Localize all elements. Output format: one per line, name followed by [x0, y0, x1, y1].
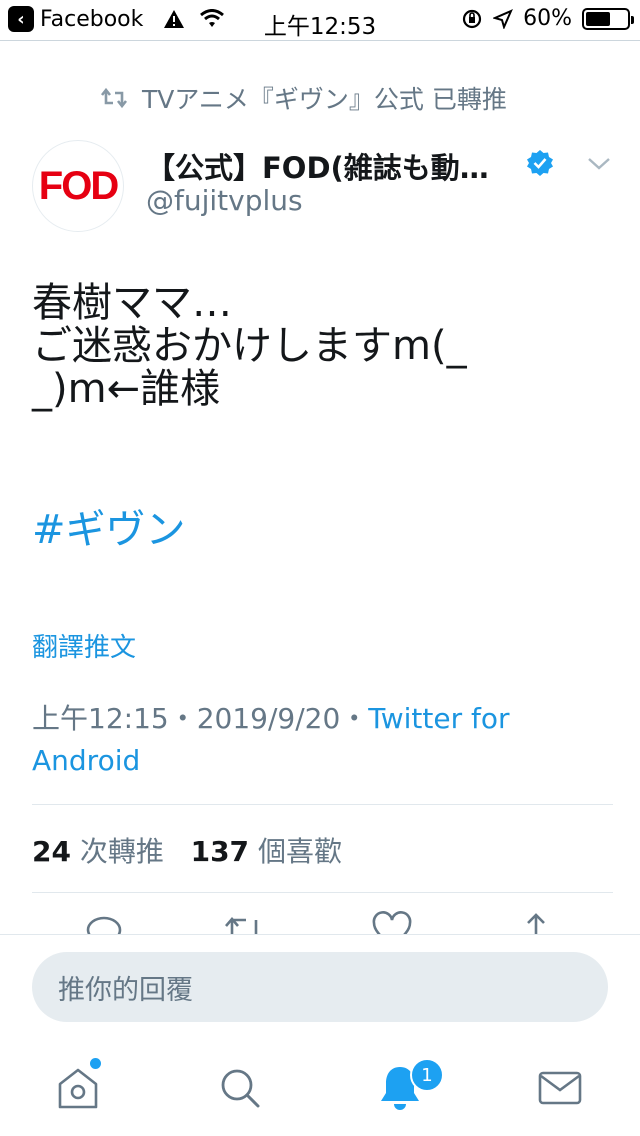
- retweet-count-label[interactable]: 次轉推: [80, 835, 164, 868]
- tweet-stats: 24 次轉推 137 個喜歡: [32, 830, 342, 870]
- hashtag-link[interactable]: #ギヴン: [32, 497, 186, 555]
- tab-messages[interactable]: [534, 1062, 586, 1114]
- chevron-down-icon[interactable]: [586, 155, 612, 173]
- search-icon: [221, 1069, 260, 1108]
- source-link[interactable]: Twitter for: [368, 702, 509, 735]
- reply-placeholder: 推你的回覆: [58, 974, 193, 1006]
- fod-logo: FOD: [38, 163, 119, 208]
- reply-input[interactable]: 推你的回覆: [32, 952, 608, 1022]
- battery-percent: 60%: [523, 6, 572, 31]
- tweet-text-line: ご迷惑おかけしますm(_: [32, 323, 467, 369]
- retweet-action-icon[interactable]: [222, 910, 266, 934]
- divider: [0, 40, 640, 41]
- reply-icon[interactable]: [84, 910, 124, 934]
- orientation-lock-icon: [462, 9, 482, 28]
- tab-bar: [0, 1040, 640, 1136]
- tab-home[interactable]: [52, 1062, 104, 1114]
- tweet-timestamp: 上午12:15・2019/9/20・: [32, 702, 369, 735]
- tweet-text-line: _)m←誰様: [32, 366, 221, 412]
- notification-badge: 1: [410, 1058, 444, 1092]
- home-icon: [58, 1068, 98, 1109]
- author-name[interactable]: 【公式】FOD(雑誌も動…: [146, 145, 489, 187]
- divider: [32, 892, 613, 893]
- tab-search[interactable]: [214, 1062, 266, 1114]
- battery-icon: [582, 7, 634, 30]
- tweet-actions: [0, 910, 640, 934]
- tweet-text: 春樹ママ… ご迷惑おかけしますm(_ _)m←誰様: [32, 282, 612, 411]
- verified-badge-icon: [527, 150, 553, 176]
- mail-icon: [538, 1071, 582, 1105]
- tweet-text-line: 春樹ママ…: [32, 280, 232, 326]
- new-content-dot: [90, 1058, 101, 1069]
- retweet-context[interactable]: TVアニメ『ギヴン』公式 已轉推: [100, 80, 507, 116]
- like-count-label[interactable]: 個喜歡: [258, 835, 342, 868]
- author-handle[interactable]: @fujitvplus: [146, 184, 303, 217]
- status-bar: ‹ Facebook 上午12:53 60%: [0, 0, 640, 40]
- retweet-count[interactable]: 24: [32, 835, 71, 868]
- like-count[interactable]: 137: [191, 835, 249, 868]
- avatar[interactable]: FOD: [32, 140, 124, 232]
- source-link-cont[interactable]: Android: [32, 744, 140, 777]
- translate-tweet-link[interactable]: 翻譯推文: [32, 627, 136, 664]
- location-arrow-icon: [493, 8, 514, 29]
- retweeted-by-label: TVアニメ『ギヴン』公式 已轉推: [142, 85, 507, 114]
- retweet-icon: [100, 87, 128, 109]
- divider: [32, 804, 613, 805]
- divider: [0, 934, 640, 935]
- tweet-meta: 上午12:15・2019/9/20・Twitter for Android: [32, 698, 612, 782]
- like-icon[interactable]: [372, 910, 412, 934]
- share-icon[interactable]: [518, 910, 554, 934]
- battery-level: [586, 11, 610, 26]
